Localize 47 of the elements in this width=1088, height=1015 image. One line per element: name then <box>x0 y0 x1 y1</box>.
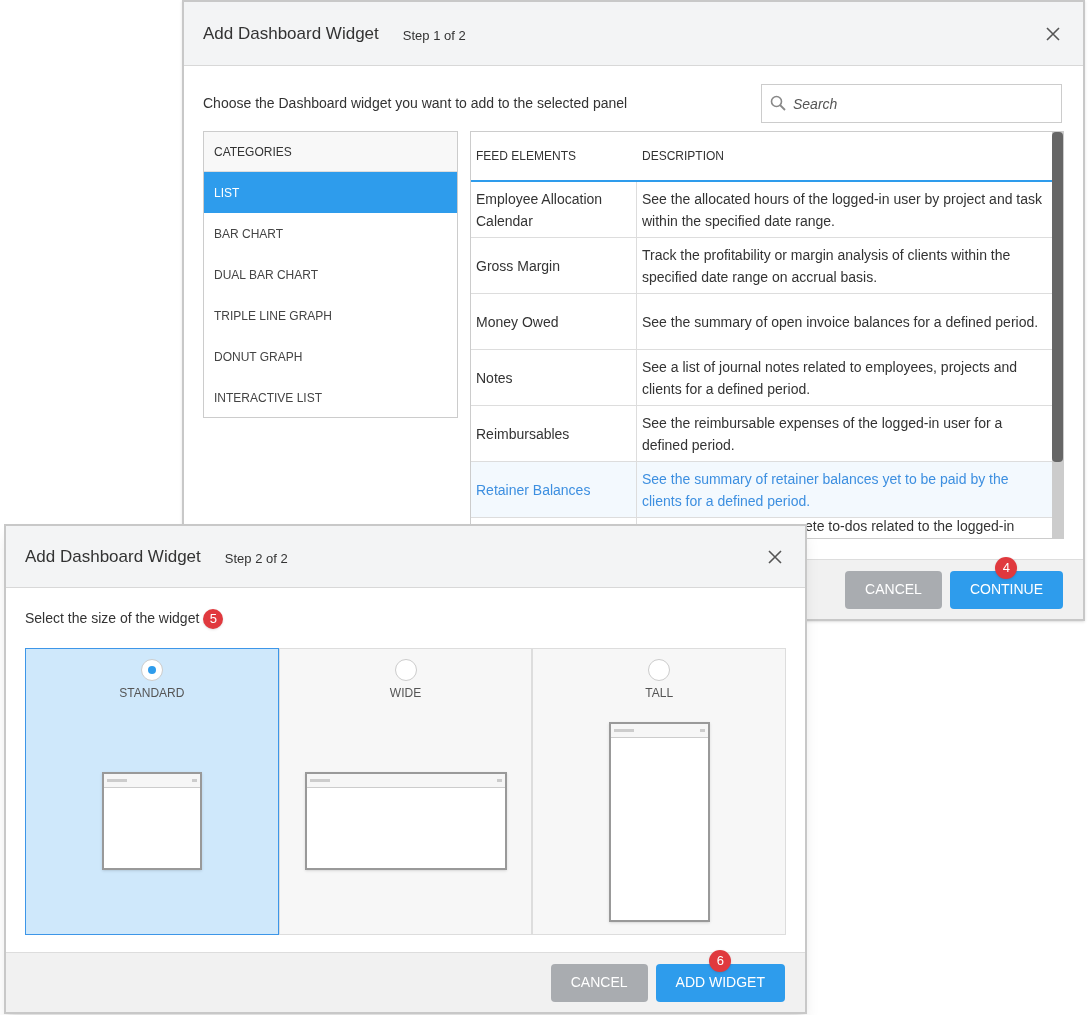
radio-button[interactable] <box>648 659 671 681</box>
feed-name: Employee Allocation Calendar <box>476 189 604 231</box>
feed-name: Notes <box>476 368 513 388</box>
close-icon[interactable] <box>1046 26 1060 41</box>
step-badge: 4 <box>995 556 1018 579</box>
step-label: Step 1 of 2 <box>402 26 466 45</box>
feed-description: See the summary of retainer balances yet to be paid by the clients for a defined period. <box>642 469 1010 511</box>
category-item[interactable]: DUAL BAR CHART <box>204 254 457 295</box>
dialog-title: Add Dashboard Widget <box>25 545 201 568</box>
size-label: WIDE <box>389 685 422 702</box>
category-item[interactable]: INTERACTIVE LIST <box>204 377 457 418</box>
size-option[interactable]: STANDARD <box>25 648 279 935</box>
step-badge: 5 <box>203 608 224 629</box>
category-item[interactable]: BAR CHART <box>204 213 457 254</box>
instruction-text: Choose the Dashboard widget you want to add to the selected panel <box>203 94 628 113</box>
scrollbar[interactable] <box>1052 132 1063 538</box>
size-option[interactable]: WIDE <box>278 648 533 935</box>
step-badge: 6 <box>709 949 732 972</box>
feed-description: See a list of journal notes related to employees, projects and clients for a defined period. <box>642 357 1019 399</box>
feed-name: Reimbursables <box>476 424 570 444</box>
column-header: DESCRIPTION <box>641 148 725 165</box>
radio-button[interactable] <box>140 659 163 681</box>
step-label: Step 2 of 2 <box>224 549 288 568</box>
feed-description: See the reimbursable expenses of the logged-in user for a defined period. <box>642 413 1004 455</box>
radio-button[interactable] <box>394 659 417 681</box>
feed-description: See the summary of open invoice balances for a defined period. <box>642 312 1039 332</box>
search-field[interactable]: Search <box>761 84 1062 123</box>
feed-description: Track the profitability or margin analysis of clients within the specified date range on accrual basis. <box>642 245 1012 287</box>
size-label: STANDARD <box>119 685 185 702</box>
table-row[interactable]: Employee Allocation Calendar See the allocated hours of the logged-in user by project and task within the specified date range. <box>471 182 1052 238</box>
table-row[interactable]: Gross Margin Track the profitability or margin analysis of clients within the specified date range on accrual basis. <box>471 238 1052 294</box>
instruction-text: Select the size of the widget <box>25 609 200 628</box>
close-icon[interactable] <box>768 549 782 564</box>
feed-name: Retainer Balances <box>476 480 591 500</box>
column-header: FEED ELEMENTS <box>475 148 578 165</box>
size-label: TALL <box>645 685 674 702</box>
feed-name: Gross Margin <box>476 256 561 276</box>
category-item[interactable]: TRIPLE LINE GRAPH <box>204 295 457 336</box>
feed-description: See the allocated hours of the logged-in user by project and task within the specified date range. <box>642 189 1044 231</box>
feed-name: Money Owed <box>476 312 559 332</box>
size-option[interactable]: TALL <box>532 648 786 935</box>
categories-heading: CATEGORIES <box>204 132 457 172</box>
table-row[interactable]: Money Owed See the summary of open invoice balances for a defined period. <box>471 294 1052 350</box>
table-row[interactable]: Notes See a list of journal notes related to employees, projects and clients for a defined period. <box>471 350 1052 406</box>
dialog-title: Add Dashboard Widget <box>203 22 379 45</box>
category-item[interactable]: DONUT GRAPH <box>204 336 457 377</box>
search-icon <box>770 95 786 111</box>
